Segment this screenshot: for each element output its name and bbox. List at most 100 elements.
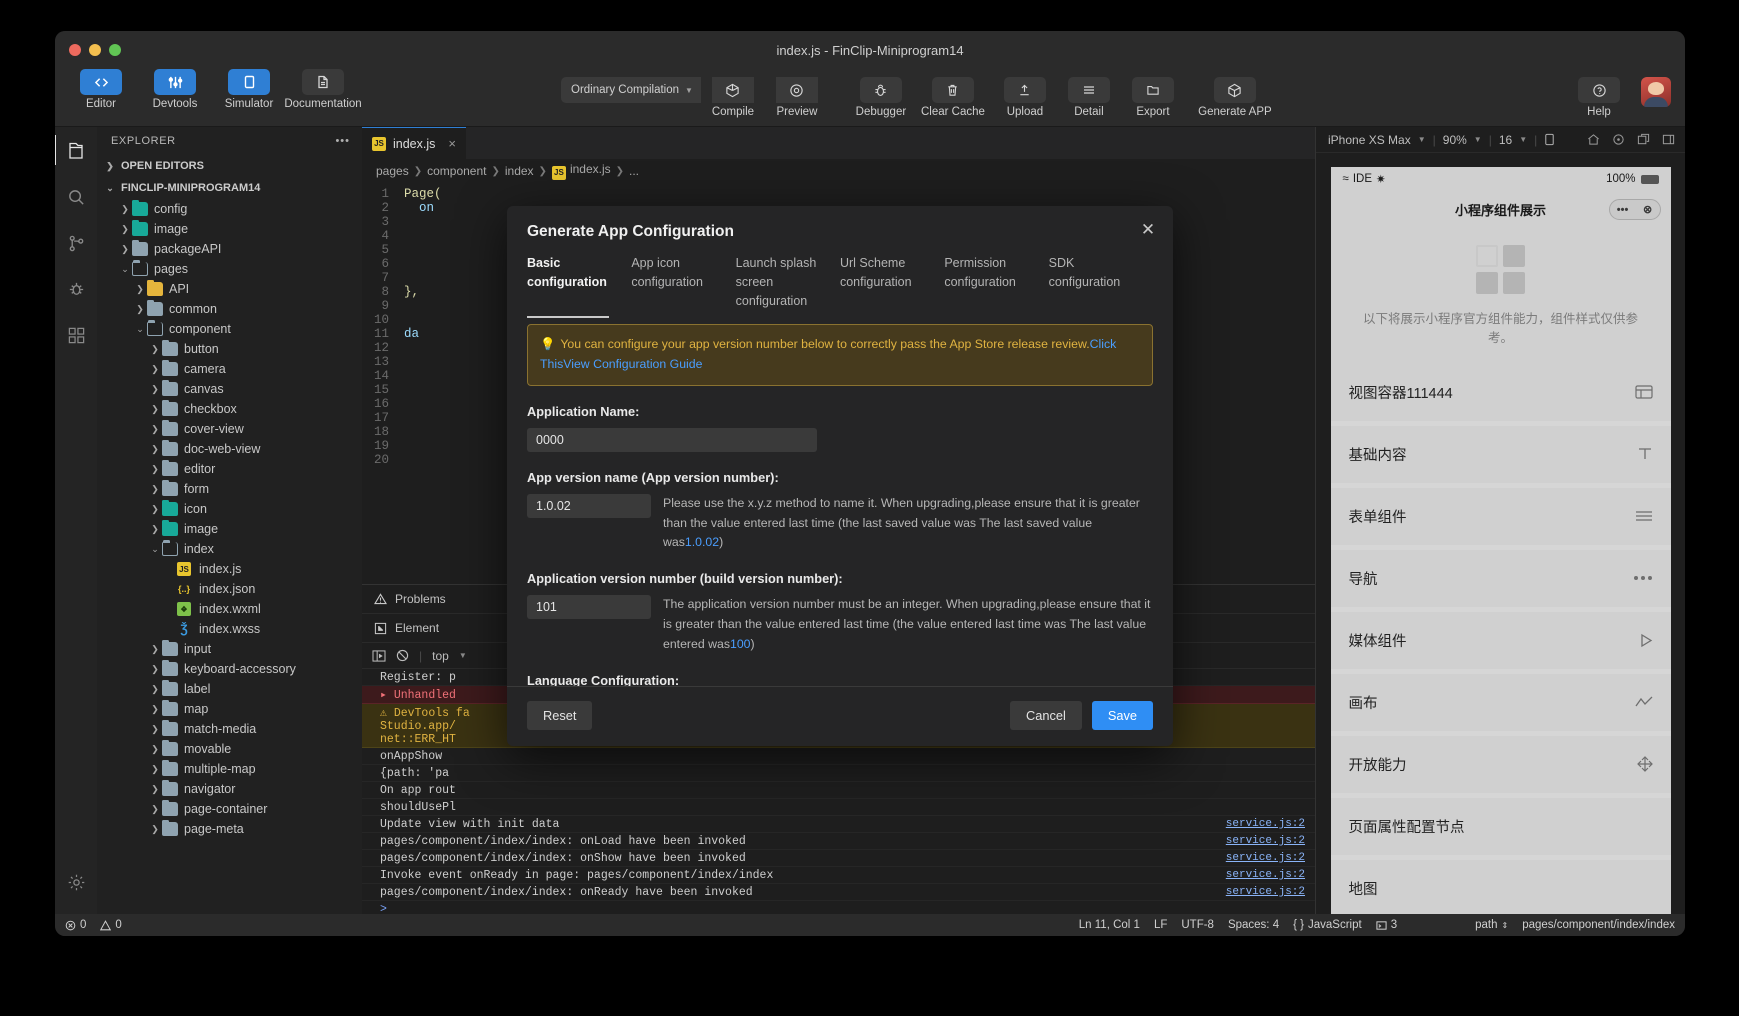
tree-item[interactable]: {..} index.json	[97, 579, 362, 599]
save-button[interactable]: Save	[1091, 701, 1153, 730]
tree-item[interactable]: ❯ config	[97, 199, 362, 219]
toolbar-generate-app[interactable]: Generate APP	[1185, 77, 1285, 118]
tree-item[interactable]: ❯ API	[97, 279, 362, 299]
status-eol[interactable]: LF	[1154, 919, 1167, 931]
phone-list-item[interactable]: 地图	[1330, 859, 1671, 914]
console-log-source[interactable]: service.js:2	[1226, 852, 1305, 864]
app-name-input[interactable]	[527, 427, 817, 452]
explorer-icon[interactable]	[55, 135, 90, 165]
toolbar-devtools[interactable]: Devtools	[143, 69, 207, 110]
breadcrumb-item[interactable]: ...	[629, 164, 639, 178]
status-indent[interactable]: Spaces: 4	[1228, 919, 1279, 931]
phone-list-item[interactable]: 页面属性配置节点	[1330, 797, 1671, 855]
compile-icon[interactable]	[711, 77, 754, 103]
toolbar-export[interactable]: Export	[1121, 77, 1185, 118]
explorer-more-icon[interactable]: •••	[335, 135, 350, 147]
toolbar-help[interactable]: Help	[1567, 77, 1631, 118]
close-icon[interactable]: ✕	[1137, 219, 1159, 241]
toolbar-debugger[interactable]: Debugger	[849, 77, 913, 118]
tree-item[interactable]: ❯ page-meta	[97, 819, 362, 839]
avatar[interactable]	[1641, 77, 1671, 107]
status-path-label[interactable]: path ⇕	[1475, 919, 1508, 931]
source-control-icon[interactable]	[62, 229, 90, 257]
console-log-row[interactable]: onAppShow	[362, 748, 1315, 765]
breadcrumb-item[interactable]: pages	[376, 164, 409, 178]
maximize-window-icon[interactable]	[109, 44, 121, 56]
tree-item[interactable]: ❯ button	[97, 339, 362, 359]
close-miniprogram-icon[interactable]: ⊗	[1643, 203, 1652, 216]
status-warnings[interactable]: 0	[100, 919, 122, 931]
modal-tab[interactable]: App icon configuration	[631, 254, 735, 318]
tree-item[interactable]: ❯ input	[97, 639, 362, 659]
tree-item[interactable]: ❯ doc-web-view	[97, 439, 362, 459]
console-log-source[interactable]: service.js:2	[1226, 818, 1305, 830]
clear-console-icon[interactable]	[396, 649, 409, 662]
modal-tab[interactable]: Permission configuration	[944, 254, 1048, 318]
tree-item[interactable]: ⌄ pages	[97, 259, 362, 279]
phone-capsule-menu[interactable]: ••• ⊗	[1608, 199, 1661, 220]
console-log-row[interactable]: Invoke event onReady in page: pages/comp…	[362, 867, 1315, 884]
tree-item[interactable]: ❯ icon	[97, 499, 362, 519]
console-prompt[interactable]: >	[362, 901, 1315, 915]
tree-item[interactable]: ❯ form	[97, 479, 362, 499]
home-icon[interactable]	[1587, 133, 1600, 146]
zoom-select[interactable]: 90%	[1443, 133, 1467, 147]
phone-list-item[interactable]: 视图容器111444	[1330, 363, 1671, 421]
more-icon[interactable]: •••	[1617, 204, 1629, 216]
build-number-input[interactable]	[527, 595, 651, 620]
phone-list-item[interactable]: 画布	[1330, 673, 1671, 731]
cancel-button[interactable]: Cancel	[1009, 701, 1082, 730]
status-notifications[interactable]: 3	[1376, 919, 1397, 931]
device-select[interactable]: iPhone XS Max	[1328, 133, 1411, 147]
tab-index-js[interactable]: JS index.js ×	[362, 127, 466, 159]
trash-icon[interactable]	[931, 77, 974, 103]
phone-list-item[interactable]: 开放能力	[1330, 735, 1671, 793]
breadcrumb-item[interactable]: index	[505, 164, 534, 178]
traffic-lights[interactable]	[55, 44, 121, 56]
console-log-row[interactable]: shouldUsePl	[362, 799, 1315, 816]
breadcrumb-item[interactable]: component	[427, 164, 486, 178]
phone-list-item[interactable]: 媒体组件	[1330, 611, 1671, 669]
console-log-row[interactable]: {path: 'pa	[362, 765, 1315, 782]
phone-list-item[interactable]: 表单组件	[1330, 487, 1671, 545]
cube-icon[interactable]	[1213, 77, 1256, 103]
status-encoding[interactable]: UTF-8	[1181, 919, 1214, 931]
toolbar-editor[interactable]: Editor	[69, 69, 133, 110]
tree-item[interactable]: ❯ checkbox	[97, 399, 362, 419]
console-sidebar-icon[interactable]	[372, 649, 386, 662]
folder-icon[interactable]	[1131, 77, 1174, 103]
bug-icon[interactable]	[859, 77, 902, 103]
tree-item[interactable]: Ǯindex.wxss	[97, 619, 362, 639]
toolbar-preview[interactable]: Preview	[765, 77, 829, 118]
debug-icon[interactable]	[62, 275, 90, 303]
fps-select[interactable]: 16	[1499, 133, 1512, 147]
status-cursor[interactable]: Ln 11, Col 1	[1079, 919, 1140, 931]
tree-item[interactable]: ❯ common	[97, 299, 362, 319]
console-log-row[interactable]: pages/component/index/index: onShow have…	[362, 850, 1315, 867]
breadcrumb-item[interactable]: JS index.js	[551, 162, 611, 180]
tree-item[interactable]: ⌄ component	[97, 319, 362, 339]
toolbar-compile[interactable]: Compile	[701, 77, 765, 118]
status-language[interactable]: { } JavaScript	[1293, 919, 1362, 931]
toolbar-detail[interactable]: Detail	[1057, 77, 1121, 118]
modal-tab[interactable]: Launch splash screen configuration	[736, 254, 840, 318]
phone-icon[interactable]	[228, 69, 270, 95]
toolbar-simulator[interactable]: Simulator	[217, 69, 281, 110]
console-log-row[interactable]: On app rout	[362, 782, 1315, 799]
console-log-row[interactable]: Update view with init data service.js:2	[362, 816, 1315, 833]
tree-item[interactable]: ❯ movable	[97, 739, 362, 759]
status-errors[interactable]: 0	[65, 919, 86, 931]
tree-item[interactable]: ❯ image	[97, 519, 362, 539]
console-log-row[interactable]: pages/component/index/index: onLoad have…	[362, 833, 1315, 850]
tree-item[interactable]: ❯ cover-view	[97, 419, 362, 439]
tree-item[interactable]: ❯ image	[97, 219, 362, 239]
tree-item[interactable]: JS index.js	[97, 559, 362, 579]
compile-mode-select[interactable]: Ordinary Compilation ▼	[561, 77, 701, 103]
tree-item[interactable]: ❯ canvas	[97, 379, 362, 399]
close-tab-icon[interactable]: ×	[448, 136, 456, 151]
phone-list-item[interactable]: 基础内容	[1330, 425, 1671, 483]
console-log-source[interactable]: service.js:2	[1226, 835, 1305, 847]
search-icon[interactable]	[62, 183, 90, 211]
document-icon[interactable]	[302, 69, 344, 95]
preview-icon[interactable]	[775, 77, 818, 103]
